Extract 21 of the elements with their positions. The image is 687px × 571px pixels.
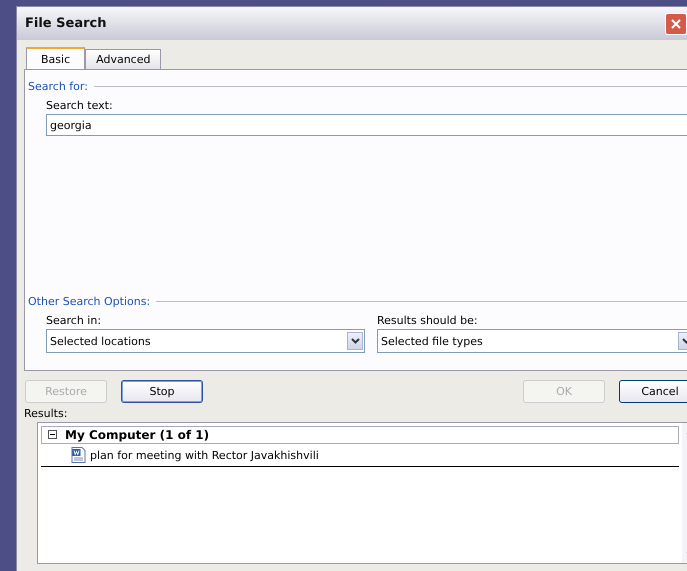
search-text-field[interactable]: georgia xyxy=(46,114,687,136)
window-title: File Search xyxy=(25,16,106,31)
results-label: Results: xyxy=(24,407,68,420)
dropdown[interactable]: Selected locations xyxy=(46,329,365,353)
field-label: Results should be: xyxy=(377,314,479,327)
tree-group-label: My Computer (1 of 1) xyxy=(65,428,210,442)
close-icon xyxy=(671,18,681,28)
tab[interactable]: Basic xyxy=(26,47,86,69)
section-heading: Other Search Options: xyxy=(28,295,150,308)
collapse-icon[interactable] xyxy=(48,428,57,442)
dialog-button[interactable]: Cancel xyxy=(619,380,687,403)
field-label: Search text: xyxy=(46,99,114,112)
section-heading: Search for: xyxy=(28,80,88,93)
result-file-link[interactable]: plan for meeting with Rector Javakhishvili xyxy=(90,448,319,462)
dropdown[interactable]: Selected file types xyxy=(377,329,687,353)
tab[interactable]: Advanced xyxy=(85,49,162,69)
dialog-button[interactable]: Stop xyxy=(121,380,203,403)
field-label: Search in: xyxy=(46,314,102,327)
close-button[interactable] xyxy=(665,12,687,34)
tree-group-header[interactable]: My Computer (1 of 1) xyxy=(41,426,679,444)
document-icon xyxy=(71,447,86,463)
